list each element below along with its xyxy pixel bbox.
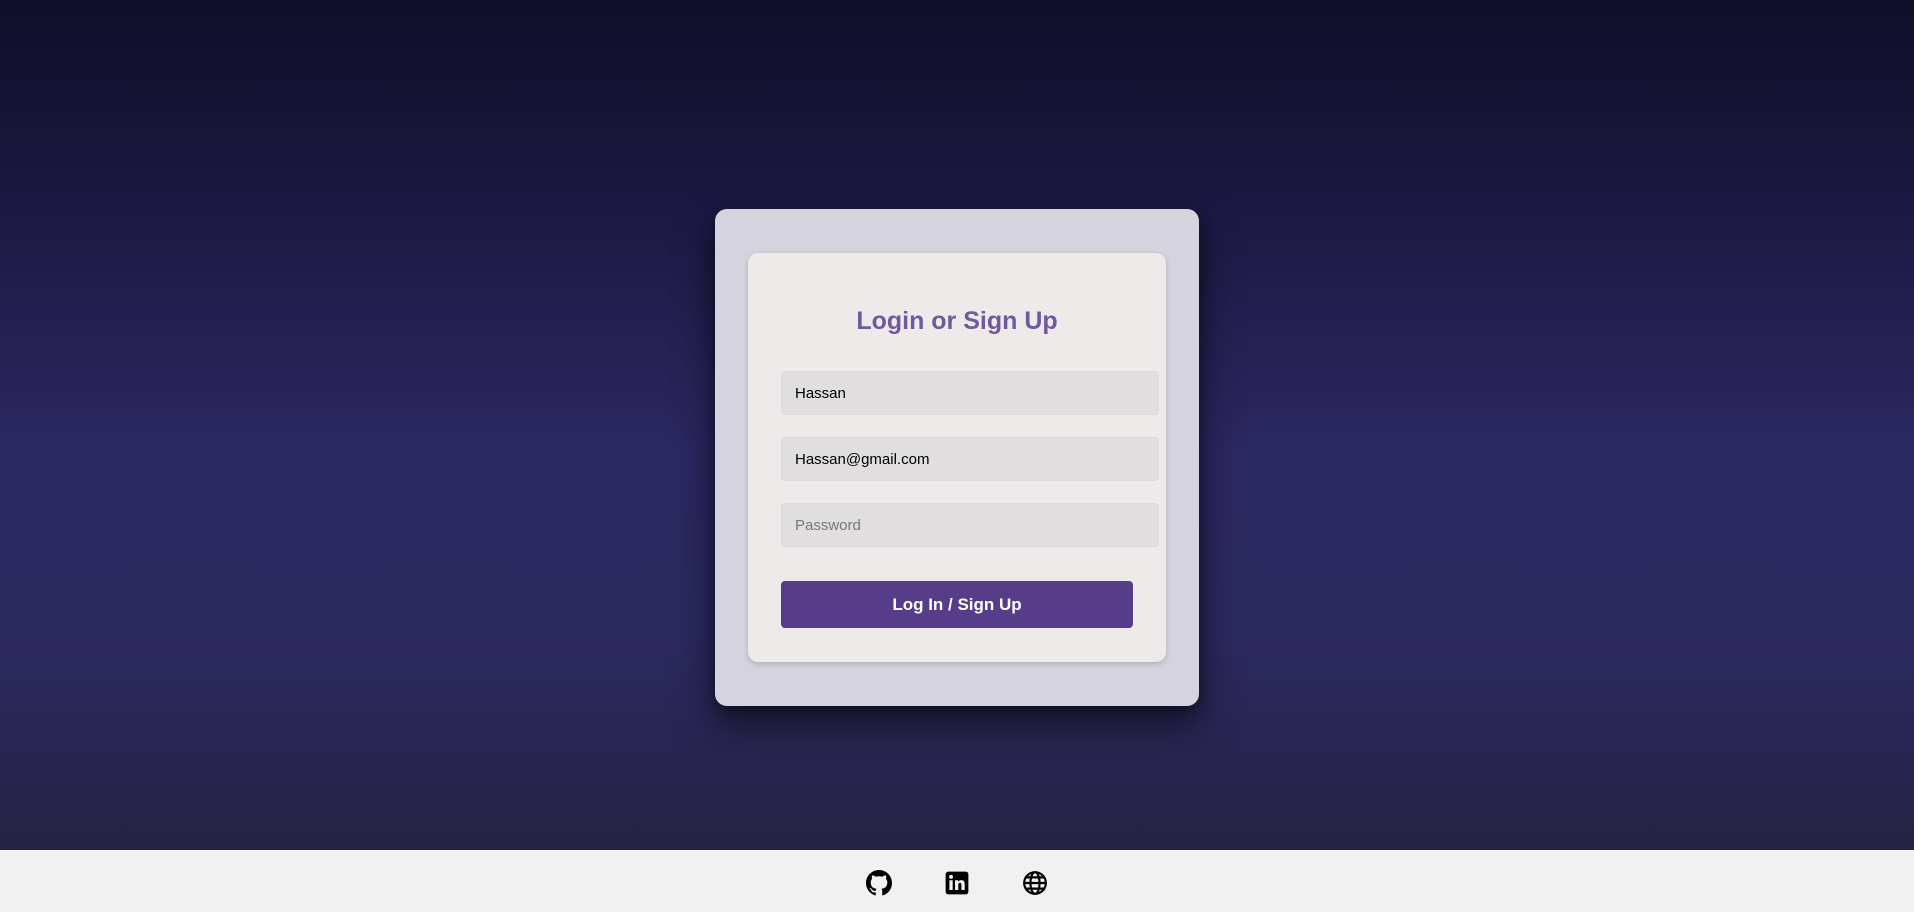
email-input[interactable] [781, 437, 1159, 481]
name-input[interactable] [781, 371, 1159, 415]
linkedin-icon [945, 871, 969, 895]
hero-background: Login or Sign Up Log In / Sign Up [0, 0, 1914, 850]
login-card: Login or Sign Up Log In / Sign Up [748, 253, 1166, 662]
globe-icon [1023, 871, 1047, 895]
password-input[interactable] [781, 503, 1159, 547]
website-link[interactable] [1022, 870, 1048, 896]
login-card-frame: Login or Sign Up Log In / Sign Up [715, 209, 1199, 706]
login-signup-button[interactable]: Log In / Sign Up [781, 581, 1133, 628]
form-title: Login or Sign Up [856, 307, 1058, 335]
github-icon [866, 870, 892, 896]
github-link[interactable] [866, 870, 892, 896]
linkedin-link[interactable] [944, 870, 970, 896]
page: Login or Sign Up Log In / Sign Up [0, 0, 1914, 912]
footer [0, 850, 1914, 912]
